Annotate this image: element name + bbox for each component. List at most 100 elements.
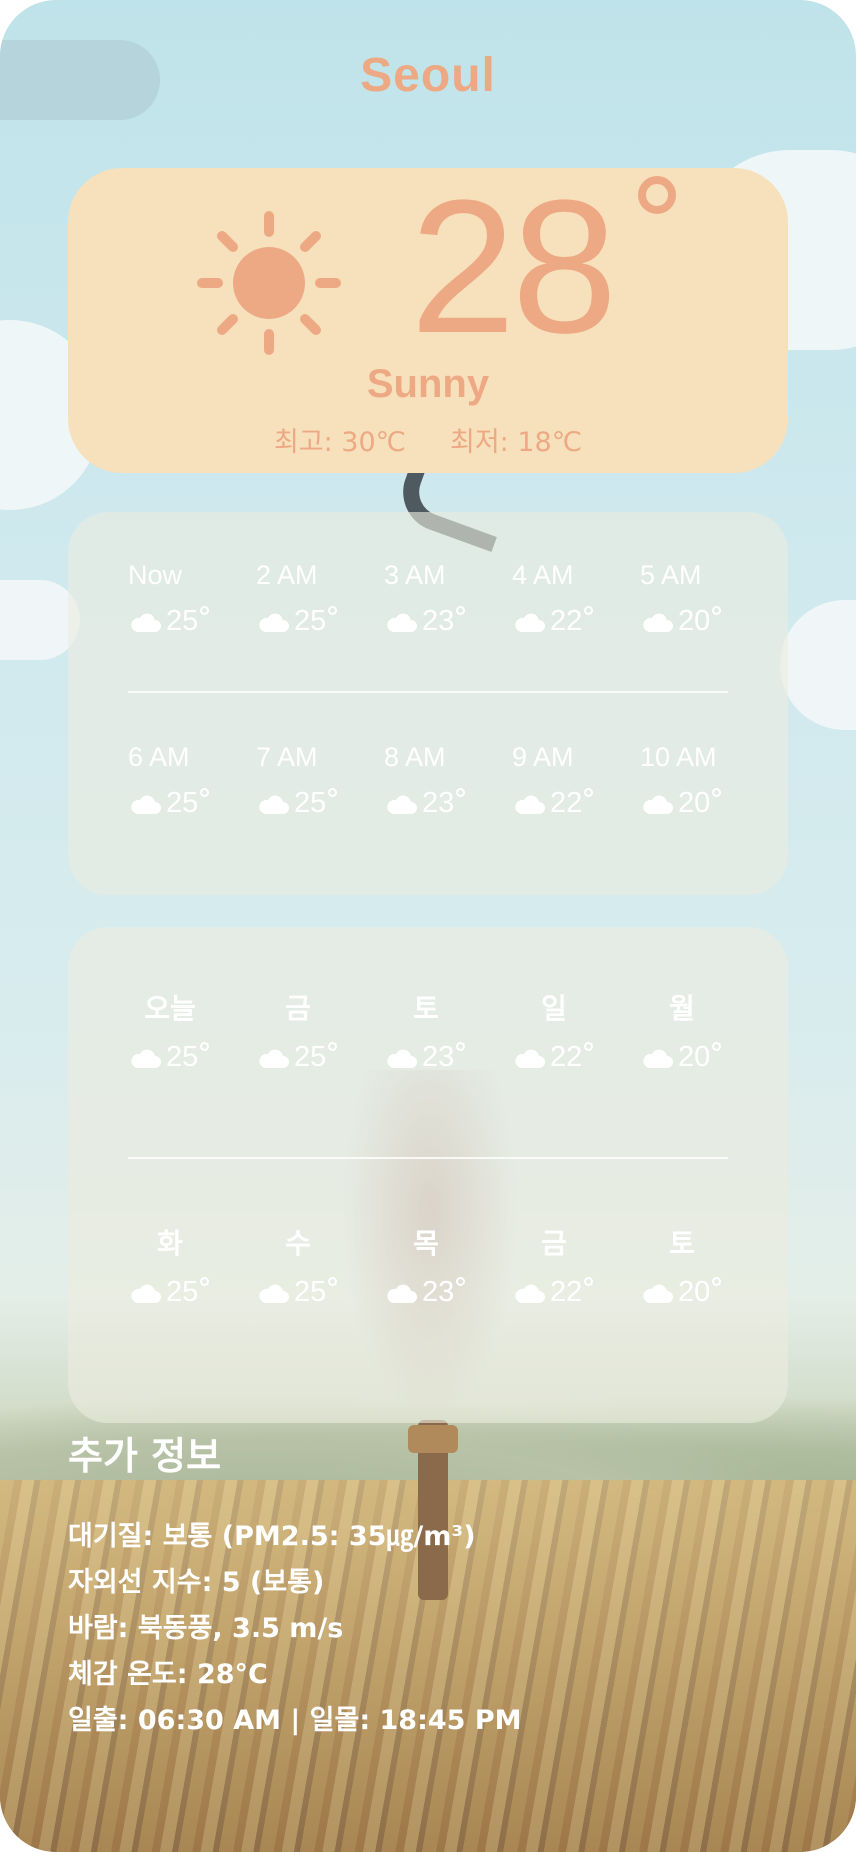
hourly-label: 10 AM — [640, 742, 717, 772]
daily-temp: 25 — [166, 1276, 210, 1308]
cloud-icon — [515, 795, 545, 814]
cloud-icon — [515, 1049, 545, 1068]
daily-label: 금 — [541, 1228, 567, 1259]
air-quality: 대기질: 보통 (PM2.5: 35㎍/m³) — [68, 1521, 476, 1552]
uv-index: 자외선 지수: 5 (보통) — [68, 1567, 325, 1598]
daily-forecast-panel[interactable]: 오늘 25 금 25 토 23 일 22 월 20 화 25 수 25 목 23 금 22 토 20 — [68, 927, 788, 1423]
city-title: Seoul — [360, 49, 496, 102]
daily-item[interactable]: 월 20 — [640, 987, 750, 1074]
weather-screen: Seoul 28 Sunny 최고: 30℃ 최저: 18℃ Now 25 2 AM 2… — [0, 0, 856, 1852]
daily-item[interactable]: 금 22 — [512, 1222, 622, 1309]
daily-item[interactable]: 일 22 — [512, 987, 622, 1074]
hourly-temp: 25 — [166, 605, 210, 637]
cloud-icon — [259, 795, 289, 814]
cloud-icon — [515, 1284, 545, 1303]
daily-label: 수 — [285, 1228, 311, 1259]
cloud-icon — [131, 1284, 161, 1303]
hourly-label: 7 AM — [256, 742, 318, 772]
cloud-icon — [643, 613, 673, 632]
daily-label: 토 — [413, 993, 439, 1024]
hourly-forecast-panel[interactable]: Now 25 2 AM 25 3 AM 23 4 AM 22 5 AM 20 6 AM 25 7 AM 2… — [68, 512, 788, 895]
hourly-label: 3 AM — [384, 560, 446, 590]
hourly-item[interactable]: Now 25 — [128, 560, 238, 638]
sun-icon — [197, 211, 341, 355]
hourly-label: 5 AM — [640, 560, 702, 590]
extra-info-title: 추가 정보 — [68, 1434, 222, 1478]
daily-item[interactable]: 토 23 — [384, 987, 494, 1074]
daily-temp: 23 — [422, 1276, 466, 1308]
cloud-icon — [643, 795, 673, 814]
daily-item[interactable]: 오늘 25 — [128, 987, 238, 1074]
hourly-temp: 25 — [294, 787, 338, 819]
cloud-icon — [387, 795, 417, 814]
feels-like: 체감 온도: 28°C — [68, 1659, 268, 1690]
daily-temp: 22 — [550, 1041, 594, 1073]
hourly-temp: 20 — [678, 787, 722, 819]
hourly-temp: 20 — [678, 605, 722, 637]
hourly-label: 2 AM — [256, 560, 318, 590]
daily-temp: 20 — [678, 1276, 722, 1308]
hourly-item[interactable]: 8 AM 23 — [384, 742, 494, 820]
cloud-icon — [643, 1049, 673, 1068]
cloud-icon — [131, 795, 161, 814]
hourly-item[interactable]: 7 AM 25 — [256, 742, 366, 820]
cloud-icon — [515, 613, 545, 632]
hourly-label: Now — [128, 560, 183, 590]
hourly-divider — [128, 691, 728, 693]
cloud-icon — [131, 1049, 161, 1068]
current-temperature: 28 — [410, 161, 617, 373]
daily-label: 목 — [413, 1228, 439, 1259]
hourly-temp: 25 — [294, 605, 338, 637]
daily-temp: 25 — [294, 1276, 338, 1308]
daily-label: 오늘 — [144, 993, 196, 1024]
high-low: 최고: 30℃ 최저: 18℃ — [0, 420, 856, 459]
cloud-icon — [259, 1049, 289, 1068]
daily-temp: 20 — [678, 1041, 722, 1073]
background-cloud — [780, 600, 856, 730]
daily-temp: 23 — [422, 1041, 466, 1073]
current-condition: Sunny — [366, 362, 490, 406]
daily-temp: 22 — [550, 1276, 594, 1308]
hourly-item[interactable]: 9 AM 22 — [512, 742, 622, 820]
cloud-icon — [259, 1284, 289, 1303]
hourly-label: 8 AM — [384, 742, 446, 772]
wind: 바람: 북동풍, 3.5 m/s — [68, 1613, 344, 1644]
degree-symbol — [638, 176, 676, 214]
daily-item[interactable]: 화 25 — [128, 1222, 238, 1309]
high-temp: 최고: 30℃ — [273, 427, 406, 458]
sunrise-sunset: 일출: 06:30 AM | 일몰: 18:45 PM — [68, 1705, 522, 1736]
daily-item[interactable]: 금 25 — [256, 987, 366, 1074]
hourly-temp: 23 — [422, 605, 466, 637]
hourly-item[interactable]: 3 AM 23 — [384, 560, 494, 638]
hourly-label: 4 AM — [512, 560, 574, 590]
hourly-item[interactable]: 4 AM 22 — [512, 560, 622, 638]
hourly-item[interactable]: 2 AM 25 — [256, 560, 366, 638]
daily-label: 화 — [157, 1228, 183, 1259]
hourly-temp: 22 — [550, 605, 594, 637]
cloud-icon — [259, 613, 289, 632]
cloud-icon — [387, 1049, 417, 1068]
daily-item[interactable]: 토 20 — [640, 1222, 750, 1309]
daily-label: 금 — [285, 993, 311, 1024]
hourly-item[interactable]: 6 AM 25 — [128, 742, 238, 820]
daily-label: 일 — [541, 993, 567, 1024]
daily-temp: 25 — [166, 1041, 210, 1073]
cloud-icon — [131, 613, 161, 632]
hourly-temp: 23 — [422, 787, 466, 819]
hourly-temp: 25 — [166, 787, 210, 819]
extra-info-section: 추가 정보 대기질: 보통 (PM2.5: 35㎍/m³) 자외선 지수: 5 … — [68, 1425, 522, 1744]
hourly-temp: 22 — [550, 787, 594, 819]
hourly-label: 6 AM — [128, 742, 190, 772]
hourly-label: 9 AM — [512, 742, 574, 772]
cloud-icon — [387, 1284, 417, 1303]
daily-divider — [128, 1157, 728, 1159]
daily-item[interactable]: 목 23 — [384, 1222, 494, 1309]
cloud-icon — [643, 1284, 673, 1303]
daily-label: 월 — [669, 993, 695, 1024]
daily-label: 토 — [669, 1228, 695, 1259]
daily-item[interactable]: 수 25 — [256, 1222, 366, 1309]
hourly-item[interactable]: 5 AM 20 — [640, 560, 750, 638]
daily-temp: 25 — [294, 1041, 338, 1073]
cloud-icon — [387, 613, 417, 632]
hourly-item[interactable]: 10 AM 20 — [640, 742, 750, 820]
